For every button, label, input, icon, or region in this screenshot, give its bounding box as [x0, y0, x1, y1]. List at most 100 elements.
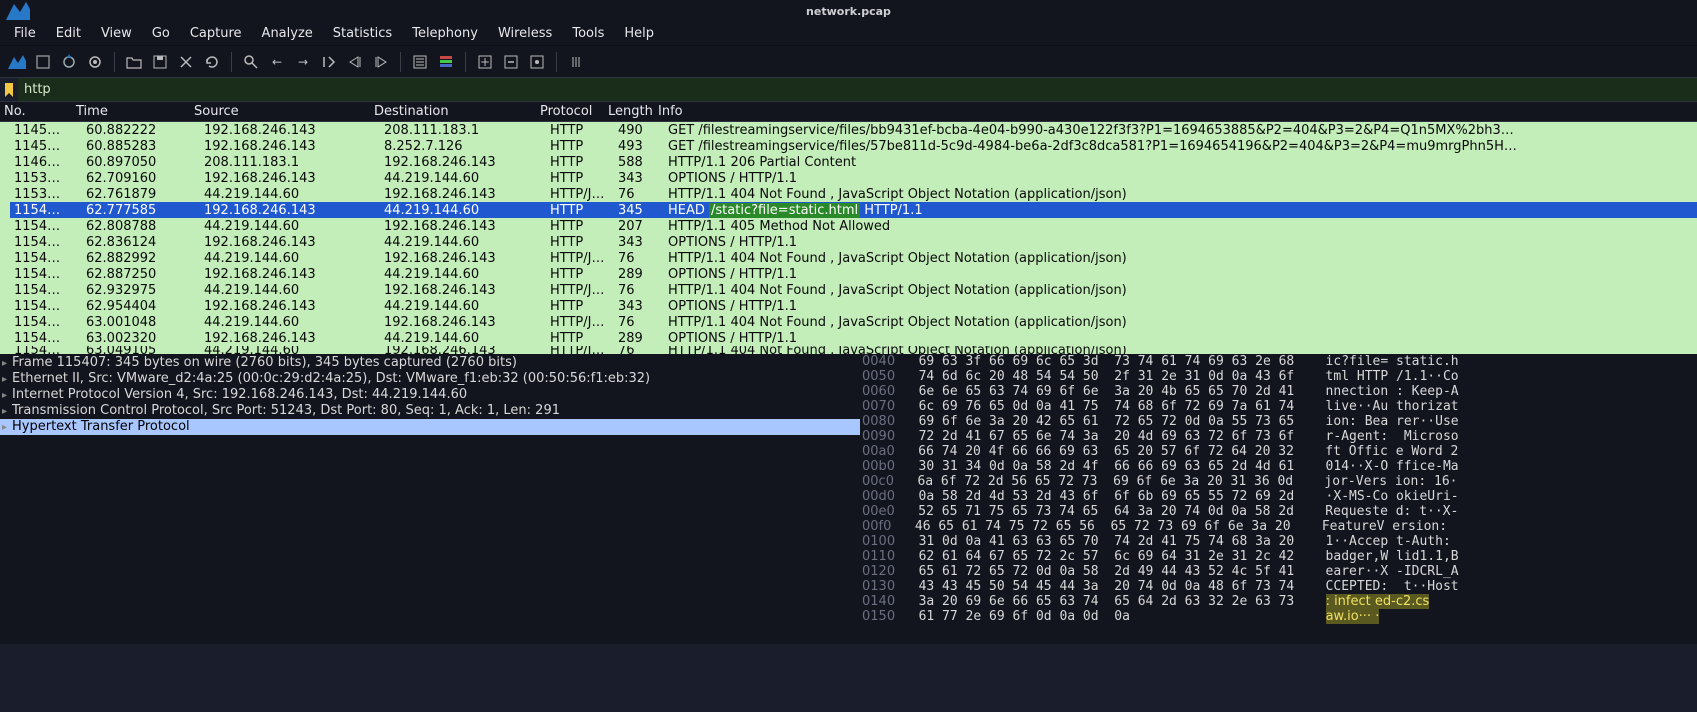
cell: 1154…: [10, 219, 82, 234]
close-icon[interactable]: [175, 51, 197, 73]
back-icon[interactable]: ←: [266, 51, 288, 73]
column-header[interactable]: Destination: [370, 104, 536, 119]
packet-details-tree[interactable]: Frame 115407: 345 bytes on wire (2760 bi…: [0, 354, 860, 644]
zoom-in-icon[interactable]: +: [474, 51, 496, 73]
menu-help[interactable]: Help: [614, 24, 664, 43]
goto-first-icon[interactable]: [344, 51, 366, 73]
menu-capture[interactable]: Capture: [180, 24, 252, 43]
resize-columns-icon[interactable]: [565, 51, 587, 73]
cell: HTTP: [546, 155, 614, 170]
packet-row[interactable]: 1154…63.00104844.219.144.60192.168.246.1…: [10, 314, 1697, 330]
packet-row[interactable]: 1146…60.897050208.111.183.1192.168.246.1…: [10, 154, 1697, 170]
cell: 192.168.246.143: [200, 123, 380, 138]
packet-row[interactable]: 1154…63.04910544.219.144.60192.168.246.1…: [10, 346, 1697, 354]
packet-row[interactable]: 1154…62.954404192.168.246.14344.219.144.…: [10, 298, 1697, 314]
shark-fin-icon[interactable]: [6, 51, 28, 73]
cell-info: HTTP/1.1 404 Not Found , JavaScript Obje…: [664, 187, 1697, 202]
zoom-reset-icon[interactable]: [526, 51, 548, 73]
reload-icon[interactable]: [201, 51, 223, 73]
menu-telephony[interactable]: Telephony: [402, 24, 488, 43]
tree-node[interactable]: Ethernet II, Src: VMware_d2:4a:25 (00:0c…: [0, 371, 860, 387]
toolbar-separator: [556, 52, 557, 72]
details-pane: Frame 115407: 345 bytes on wire (2760 bi…: [0, 354, 1697, 644]
cell: 62.882992: [82, 251, 200, 266]
cell: HTTP/J…: [546, 187, 614, 202]
packet-bytes-hex[interactable]: 0040 69 63 3f 66 69 6c 65 3d 73 74 61 74…: [860, 354, 1697, 644]
cell: 208.111.183.1: [380, 123, 546, 138]
cell: 1154…: [10, 235, 82, 250]
tree-node[interactable]: Internet Protocol Version 4, Src: 192.16…: [0, 387, 860, 403]
bookmark-icon[interactable]: [0, 78, 18, 101]
tree-node[interactable]: Hypertext Transfer Protocol: [0, 419, 860, 435]
toolbar-separator: [231, 52, 232, 72]
packet-list-header[interactable]: No.TimeSourceDestinationProtocolLengthIn…: [0, 102, 1697, 122]
toolbar-separator: [465, 52, 466, 72]
menu-go[interactable]: Go: [142, 24, 180, 43]
menu-edit[interactable]: Edit: [46, 24, 91, 43]
cell: 1154…: [10, 299, 82, 314]
restart-icon[interactable]: [58, 51, 80, 73]
cell: 62.761879: [82, 187, 200, 202]
options-icon[interactable]: [84, 51, 106, 73]
cell: 60.882222: [82, 123, 200, 138]
cell: 44.219.144.60: [200, 283, 380, 298]
packet-row[interactable]: 1145…60.885283192.168.246.1438.252.7.126…: [10, 138, 1697, 154]
cell: 1154…: [10, 251, 82, 266]
cell: HTTP/J…: [546, 283, 614, 298]
column-header[interactable]: Source: [190, 104, 370, 119]
cell: 62.887250: [82, 267, 200, 282]
cell: 192.168.246.143: [200, 203, 380, 218]
jump-icon[interactable]: [318, 51, 340, 73]
packet-row[interactable]: 1154…63.002320192.168.246.14344.219.144.…: [10, 330, 1697, 346]
packet-row[interactable]: 1154…62.80878844.219.144.60192.168.246.1…: [10, 218, 1697, 234]
cell: 62.709160: [82, 171, 200, 186]
cell: 192.168.246.143: [200, 171, 380, 186]
column-header[interactable]: Length: [604, 104, 654, 119]
display-filter-bar: [0, 78, 1697, 102]
zoom-out-icon[interactable]: [500, 51, 522, 73]
forward-icon[interactable]: →: [292, 51, 314, 73]
cell-info: HTTP/1.1 405 Method Not Allowed: [664, 219, 1697, 234]
packet-row[interactable]: 1154…62.777585192.168.246.14344.219.144.…: [10, 202, 1697, 218]
cell: 44.219.144.60: [380, 235, 546, 250]
menu-file[interactable]: File: [4, 24, 46, 43]
tree-node[interactable]: Frame 115407: 345 bytes on wire (2760 bi…: [0, 355, 860, 371]
packet-row[interactable]: 1145…60.882222192.168.246.143208.111.183…: [10, 122, 1697, 138]
cell-info: OPTIONS / HTTP/1.1: [664, 267, 1697, 282]
packet-row[interactable]: 1154…62.836124192.168.246.14344.219.144.…: [10, 234, 1697, 250]
packet-row[interactable]: 1154…62.93297544.219.144.60192.168.246.1…: [10, 282, 1697, 298]
menu-tools[interactable]: Tools: [562, 24, 614, 43]
cell-info: HTTP/1.1 404 Not Found , JavaScript Obje…: [664, 283, 1697, 298]
autoscroll-icon[interactable]: [409, 51, 431, 73]
tree-node[interactable]: Transmission Control Protocol, Src Port:…: [0, 403, 860, 419]
cell: HTTP/J…: [546, 315, 614, 330]
menu-wireless[interactable]: Wireless: [488, 24, 562, 43]
toolbar-separator: [400, 52, 401, 72]
display-filter-input[interactable]: [18, 78, 1697, 101]
column-header[interactable]: Protocol: [536, 104, 604, 119]
save-icon[interactable]: [149, 51, 171, 73]
cell: HTTP/J…: [546, 251, 614, 266]
column-header[interactable]: Time: [72, 104, 190, 119]
packet-list[interactable]: 1145…60.882222192.168.246.143208.111.183…: [0, 122, 1697, 354]
open-icon[interactable]: [123, 51, 145, 73]
column-header[interactable]: No.: [0, 104, 72, 119]
cell: 63.001048: [82, 315, 200, 330]
packet-row[interactable]: 1153…62.76187944.219.144.60192.168.246.1…: [10, 186, 1697, 202]
menu-statistics[interactable]: Statistics: [323, 24, 402, 43]
menu-view[interactable]: View: [91, 24, 142, 43]
menu-analyze[interactable]: Analyze: [252, 24, 323, 43]
packet-row[interactable]: 1154…62.887250192.168.246.14344.219.144.…: [10, 266, 1697, 282]
goto-last-icon[interactable]: [370, 51, 392, 73]
column-header[interactable]: Info: [654, 104, 1697, 119]
packet-row[interactable]: 1154…62.88299244.219.144.60192.168.246.1…: [10, 250, 1697, 266]
cell: 192.168.246.143: [380, 251, 546, 266]
stop-icon[interactable]: [32, 51, 54, 73]
cell: 76: [614, 283, 664, 298]
find-icon[interactable]: [240, 51, 262, 73]
colorize-icon[interactable]: [435, 51, 457, 73]
packet-row[interactable]: 1153…62.709160192.168.246.14344.219.144.…: [10, 170, 1697, 186]
cell: 44.219.144.60: [380, 267, 546, 282]
cell: HTTP: [546, 203, 614, 218]
cell: 1154…: [10, 267, 82, 282]
